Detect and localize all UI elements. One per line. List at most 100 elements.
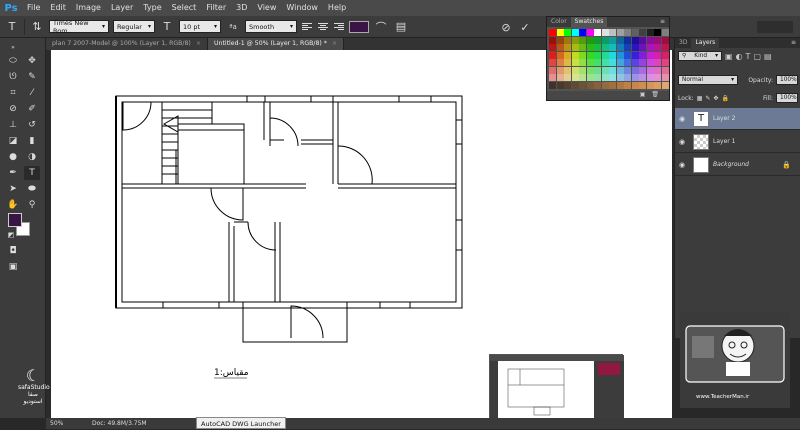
move-icon[interactable]: ✥ xyxy=(24,54,40,68)
close-tab-icon[interactable]: × xyxy=(196,40,201,47)
screen-mode-icon[interactable]: ▣ xyxy=(5,260,21,274)
font-size-select[interactable]: 10 pt ▾ xyxy=(179,20,221,33)
panel-collapse-icon[interactable]: » xyxy=(5,40,21,54)
color-swatch[interactable] xyxy=(549,51,556,59)
visibility-eye-icon[interactable]: ◉ xyxy=(675,161,689,169)
color-swatch[interactable] xyxy=(549,74,556,81)
color-swatch[interactable] xyxy=(549,29,556,36)
color-swatch[interactable] xyxy=(586,74,594,81)
color-swatch[interactable] xyxy=(624,51,631,59)
color-swatch[interactable] xyxy=(579,74,586,81)
menu-select[interactable]: Select xyxy=(167,0,202,16)
color-swatch[interactable] xyxy=(564,29,571,36)
warp-text-icon[interactable]: ⌒ xyxy=(373,19,389,35)
filter-adjust-icon[interactable]: ◐ xyxy=(736,52,743,61)
foreground-color-swatch[interactable] xyxy=(8,213,22,227)
color-swatch[interactable] xyxy=(654,51,661,59)
blend-mode-select[interactable]: Normal ▾ xyxy=(678,75,738,85)
menu-3d[interactable]: 3D xyxy=(231,0,252,16)
color-swatch[interactable] xyxy=(624,44,631,51)
path-selection-icon[interactable]: ➤ xyxy=(5,182,21,196)
color-swatch[interactable] xyxy=(586,36,594,44)
color-swatch[interactable] xyxy=(646,51,654,59)
color-swatch[interactable] xyxy=(639,51,646,59)
quick-select-icon[interactable]: ✎ xyxy=(24,70,40,84)
color-swatch[interactable] xyxy=(646,29,654,36)
color-swatch[interactable] xyxy=(549,66,556,74)
menu-layer[interactable]: Layer xyxy=(106,0,138,16)
color-swatch[interactable] xyxy=(624,74,631,81)
color-swatch[interactable] xyxy=(661,29,669,36)
color-swatch[interactable] xyxy=(661,59,669,66)
color-swatch[interactable] xyxy=(661,44,669,51)
color-swatch[interactable] xyxy=(549,81,556,89)
filter-pixel-icon[interactable]: ▣ xyxy=(725,52,733,61)
menu-type[interactable]: Type xyxy=(138,0,166,16)
fill-field[interactable]: 100% xyxy=(776,93,798,103)
color-swatch[interactable] xyxy=(616,59,624,66)
color-swatch[interactable] xyxy=(639,81,646,89)
color-swatch[interactable] xyxy=(564,44,571,51)
color-swatch[interactable] xyxy=(549,59,556,66)
color-swatch[interactable] xyxy=(556,36,564,44)
color-swatch[interactable] xyxy=(556,44,564,51)
hand-icon[interactable]: ✋ xyxy=(5,198,21,212)
color-swatch[interactable] xyxy=(631,51,639,59)
color-swatch[interactable] xyxy=(594,51,601,59)
marquee-icon[interactable]: ⬭ xyxy=(5,54,21,68)
tab-swatches[interactable]: Swatches xyxy=(570,17,608,27)
crop-icon[interactable]: ⌗ xyxy=(5,86,21,100)
color-swatch[interactable] xyxy=(631,36,639,44)
color-swatch[interactable] xyxy=(579,44,586,51)
color-swatch[interactable] xyxy=(646,81,654,89)
align-center-icon[interactable] xyxy=(317,21,329,33)
commit-icon[interactable]: ✓ xyxy=(517,19,533,35)
color-swatch[interactable] xyxy=(646,44,654,51)
type-tool-preset-icon[interactable]: T xyxy=(4,19,20,35)
tab-layers[interactable]: Layers xyxy=(691,38,720,48)
color-swatch[interactable] xyxy=(624,66,631,74)
default-colors-icon[interactable]: ◩ xyxy=(3,228,19,242)
color-swatch[interactable] xyxy=(639,36,646,44)
color-swatch[interactable] xyxy=(571,44,579,51)
opacity-field[interactable]: 100% xyxy=(776,75,798,85)
color-swatch[interactable] xyxy=(661,36,669,44)
color-swatch[interactable] xyxy=(639,29,646,36)
tab-3d[interactable]: 3D xyxy=(675,38,691,48)
lock-position-icon[interactable]: ✥ xyxy=(713,95,718,102)
color-swatch[interactable] xyxy=(601,59,609,66)
color-swatch[interactable] xyxy=(571,29,579,36)
color-swatch[interactable] xyxy=(654,74,661,81)
menu-file[interactable]: File xyxy=(22,0,45,16)
color-swatch[interactable] xyxy=(616,81,624,89)
quick-mask-icon[interactable]: ◘ xyxy=(5,244,21,258)
history-brush-icon[interactable]: ↺ xyxy=(24,118,40,132)
visibility-eye-icon[interactable]: ◉ xyxy=(675,115,689,123)
color-swatch[interactable] xyxy=(654,59,661,66)
color-swatch[interactable] xyxy=(564,66,571,74)
color-swatch[interactable] xyxy=(579,66,586,74)
color-swatch[interactable] xyxy=(661,74,669,81)
color-swatch[interactable] xyxy=(654,66,661,74)
color-swatch[interactable] xyxy=(639,66,646,74)
color-swatch[interactable] xyxy=(609,44,616,51)
color-swatch[interactable] xyxy=(661,66,669,74)
color-swatch[interactable] xyxy=(571,36,579,44)
zoom-level[interactable]: 50% xyxy=(46,420,72,427)
color-swatch[interactable] xyxy=(601,51,609,59)
tab-color[interactable]: Color xyxy=(547,17,571,27)
color-swatch[interactable] xyxy=(556,29,564,36)
color-swatch[interactable] xyxy=(654,36,661,44)
color-swatch[interactable] xyxy=(579,51,586,59)
document-tab[interactable]: Untitled-1 @ 50% (Layer 1, RGB/8) * × xyxy=(208,38,345,50)
color-swatch[interactable] xyxy=(639,44,646,51)
color-swatch[interactable] xyxy=(594,66,601,74)
color-swatch[interactable] xyxy=(601,29,609,36)
color-swatch[interactable] xyxy=(631,81,639,89)
color-swatch[interactable] xyxy=(661,81,669,89)
color-swatch[interactable] xyxy=(564,59,571,66)
color-swatch[interactable] xyxy=(549,44,556,51)
color-swatch[interactable] xyxy=(616,44,624,51)
color-swatch[interactable] xyxy=(586,51,594,59)
color-swatch[interactable] xyxy=(654,29,661,36)
